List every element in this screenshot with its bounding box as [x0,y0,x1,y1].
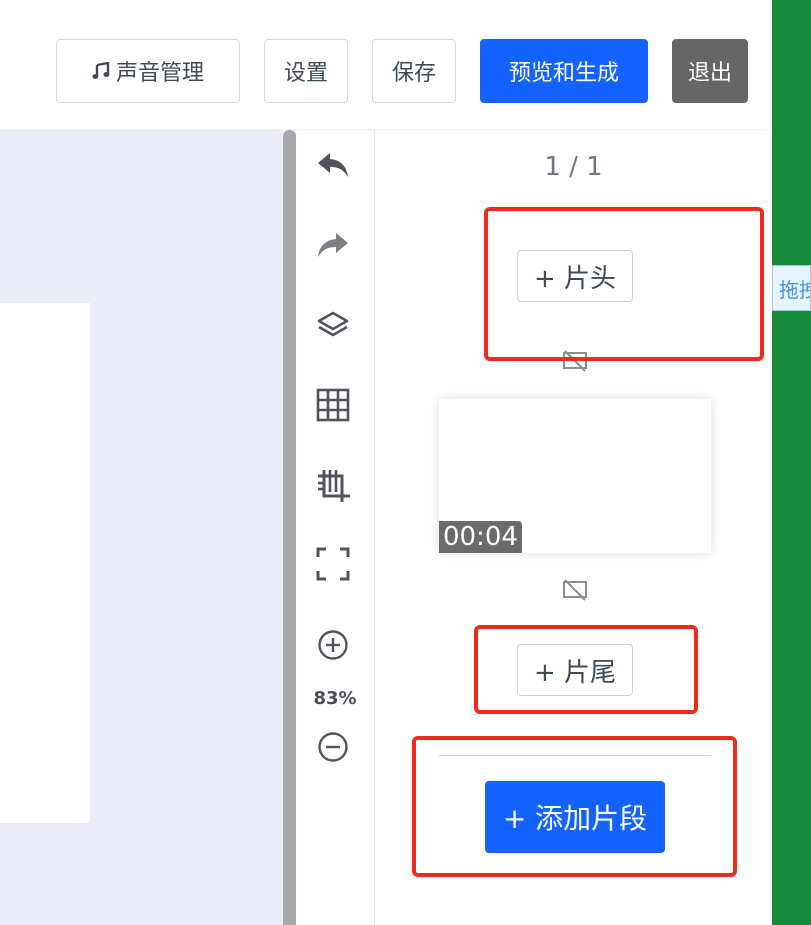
undo-button[interactable] [312,144,354,186]
canvas-scrollbar[interactable] [283,130,296,925]
fullscreen-icon [316,547,350,581]
redo-button[interactable] [312,224,354,266]
save-button[interactable]: 保存 [372,39,456,103]
canvas-page[interactable] [0,303,90,823]
grid-button[interactable] [312,384,354,426]
drag-tag[interactable]: 拖拽 [772,265,811,311]
clip-duration: 00:04 [439,521,522,553]
crop-icon [318,470,350,502]
editor-canvas[interactable] [0,130,283,925]
sound-management-button[interactable]: 声音管理 [56,39,240,103]
side-toolbar: 83% [296,130,374,925]
highlight-box-intro [484,207,764,361]
fullscreen-button[interactable] [312,543,354,585]
clip-thumbnail[interactable]: 00:04 [439,399,711,553]
highlight-box-outro [474,625,698,714]
redo-icon [318,233,348,257]
zoom-out-icon [318,732,348,762]
zoom-in-button[interactable] [312,624,354,666]
exit-button[interactable]: 退出 [672,39,748,103]
page-indicator: 1 / 1 [544,152,603,182]
music-note-icon [92,62,110,79]
sound-management-label: 声音管理 [115,61,204,86]
highlight-box-add-segment [412,736,737,877]
grid-icon [316,388,350,422]
undo-icon [318,153,348,177]
right-edge-strip [772,0,811,925]
no-transition-icon[interactable] [562,578,588,602]
layers-icon [317,311,349,337]
preview-generate-button[interactable]: 预览和生成 [480,39,648,103]
zoom-in-icon [318,630,348,660]
zoom-out-button[interactable] [312,726,354,768]
crop-button[interactable] [312,465,354,507]
layers-button[interactable] [312,305,354,347]
zoom-level: 83% [313,688,357,709]
settings-button[interactable]: 设置 [264,39,348,103]
top-toolbar: 声音管理 设置 保存 预览和生成 退出 [0,0,772,130]
